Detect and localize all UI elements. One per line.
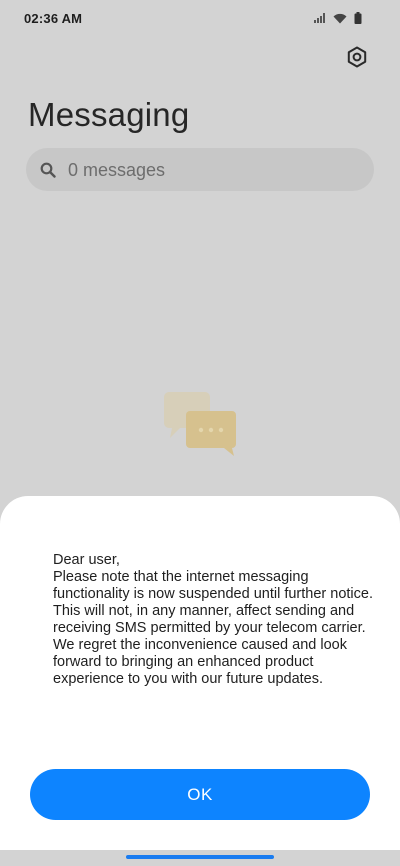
- notice-message: Dear user, Please note that the internet…: [53, 552, 373, 687]
- status-icons: [314, 12, 362, 24]
- home-indicator[interactable]: [126, 855, 274, 859]
- search-icon: [40, 162, 56, 183]
- settings-button[interactable]: [344, 46, 370, 72]
- status-time: 02:36 AM: [24, 11, 83, 26]
- signal-icon: [314, 13, 326, 23]
- gear-icon: [346, 46, 368, 73]
- battery-icon: [354, 12, 362, 24]
- page-title: Messaging: [28, 96, 190, 133]
- wifi-icon: [333, 13, 347, 24]
- ok-button[interactable]: OK: [30, 769, 370, 820]
- chat-bubbles-icon: [160, 388, 240, 458]
- notice-dialog: Dear user, Please note that the internet…: [0, 496, 400, 850]
- search-placeholder: 0 messages: [68, 160, 166, 180]
- status-bar: 02:36 AM: [0, 0, 400, 36]
- messaging-screen: 02:36 AM Messaging 0 messages Dear user,…: [0, 0, 400, 866]
- search-bar[interactable]: 0 messages: [26, 148, 374, 191]
